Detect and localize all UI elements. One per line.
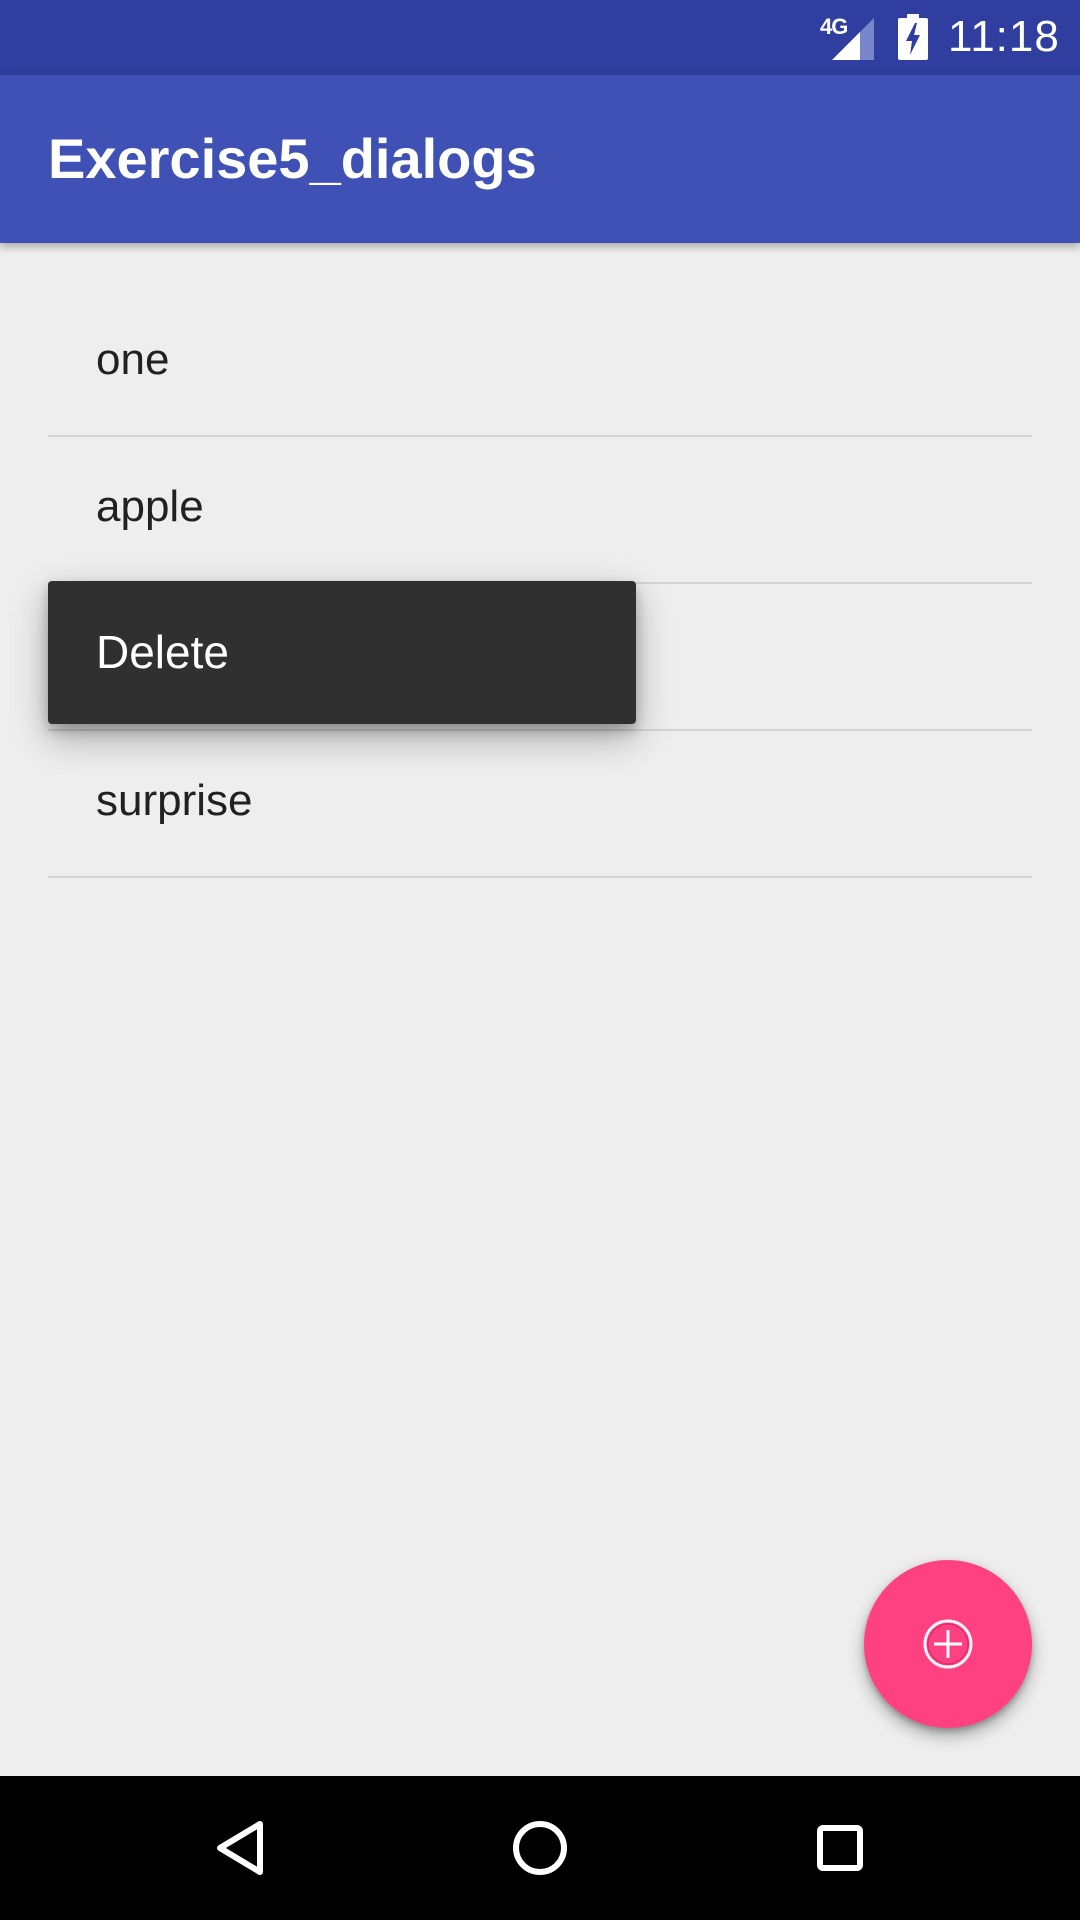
list-item[interactable]: apple [48, 437, 1032, 584]
signal-icon [830, 16, 874, 60]
status-bar: 4G 11:18 [0, 0, 1080, 75]
app-bar: Exercise5_dialogs [0, 75, 1080, 243]
list-item[interactable]: surprise [48, 731, 1032, 878]
app-title: Exercise5_dialogs [48, 127, 537, 190]
list-item-label: one [96, 335, 170, 384]
add-fab-button[interactable] [864, 1560, 1032, 1728]
delete-menu-label: Delete [96, 626, 229, 678]
back-button[interactable] [190, 1798, 290, 1898]
list-item-label: apple [96, 482, 204, 531]
context-menu: Delete [48, 581, 636, 724]
battery-charging-icon [898, 14, 928, 60]
list-item[interactable]: one [48, 290, 1032, 437]
list-item-label: surprise [96, 776, 253, 825]
delete-menu-item[interactable]: Delete [48, 581, 636, 724]
recents-icon [817, 1825, 863, 1871]
recents-button[interactable] [790, 1798, 890, 1898]
back-icon [217, 1821, 263, 1875]
navigation-bar [0, 1776, 1080, 1920]
add-circle-icon [920, 1616, 976, 1672]
status-clock: 11:18 [948, 12, 1060, 61]
home-icon [513, 1821, 567, 1875]
home-button[interactable] [490, 1798, 590, 1898]
